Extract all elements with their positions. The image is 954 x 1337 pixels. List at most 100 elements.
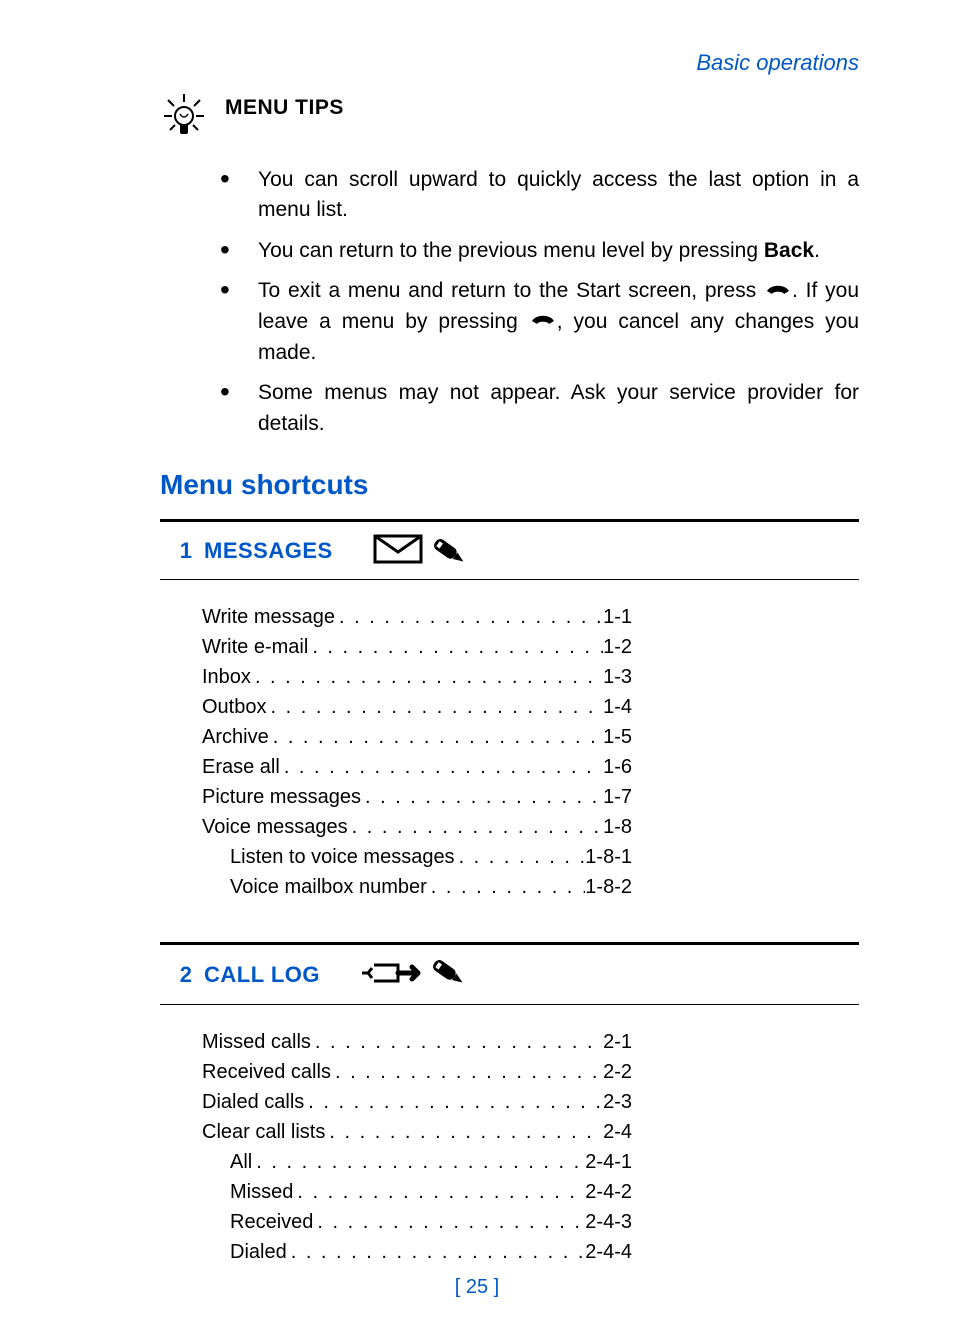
tip-item: You can return to the previous menu leve… [220,236,859,266]
shortcut-row: All. . . . . . . . . . . . . . . . . . .… [202,1147,632,1177]
shortcut-ref: 2-4-1 [585,1147,632,1177]
menu-header: 1 MESSAGES [160,522,859,579]
tip-text: You can return to the previous menu leve… [258,239,764,262]
shortcut-list: Missed calls. . . . . . . . . . . . . . … [202,1027,859,1267]
shortcut-label: Missed [230,1177,293,1207]
shortcut-label: Write message [202,602,335,632]
shortcut-row: Picture messages. . . . . . . . . . . . … [202,782,632,812]
shortcut-label: Archive [202,722,269,752]
menu-tips-list: You can scroll upward to quickly access … [220,165,859,439]
shortcut-label: Outbox [202,692,266,722]
leader-dots: . . . . . . . . . . . . . . . . . . . . … [455,842,586,872]
shortcut-row: Missed. . . . . . . . . . . . . . . . . … [202,1177,632,1207]
menu-header: 2 CALL LOG [160,945,859,1004]
rule [160,1004,859,1005]
shortcut-label: Dialed calls [202,1087,304,1117]
document-page: Basic operations MENU TIPS You can [0,0,954,1337]
leader-dots: . . . . . . . . . . . . . . . . . . . . … [313,1207,585,1237]
menu-number: 2 [160,962,192,988]
leader-dots: . . . . . . . . . . . . . . . . . . . . … [252,1147,585,1177]
leader-dots: . . . . . . . . . . . . . . . . . . . . … [293,1177,585,1207]
menu-number: 1 [160,538,192,564]
tip-text: . [814,239,820,262]
messages-icon [373,532,468,571]
page-number: [ 25 ] [0,1276,954,1299]
tip-item: You can scroll upward to quickly access … [220,165,859,226]
shortcut-row: Archive. . . . . . . . . . . . . . . . .… [202,722,632,752]
shortcut-row: Dialed calls. . . . . . . . . . . . . . … [202,1087,632,1117]
shortcut-label: Dialed [230,1237,287,1267]
leader-dots: . . . . . . . . . . . . . . . . . . . . … [427,872,586,902]
shortcut-ref: 2-4-2 [585,1177,632,1207]
shortcut-label: Inbox [202,662,251,692]
leader-dots: . . . . . . . . . . . . . . . . . . . . … [311,1027,603,1057]
shortcut-row: Outbox. . . . . . . . . . . . . . . . . … [202,692,632,722]
shortcut-ref: 1-3 [603,662,632,692]
menu-tips-heading-row: MENU TIPS [160,96,859,141]
shortcut-ref: 2-4 [603,1117,632,1147]
leader-dots: . . . . . . . . . . . . . . . . . . . . … [335,602,603,632]
leader-dots: . . . . . . . . . . . . . . . . . . . . … [304,1087,603,1117]
tip-text: To exit a menu and return to the Start s… [258,279,764,302]
leader-dots: . . . . . . . . . . . . . . . . . . . . … [269,722,603,752]
leader-dots: . . . . . . . . . . . . . . . . . . . . … [331,1057,603,1087]
shortcut-row: Voice messages. . . . . . . . . . . . . … [202,812,632,842]
shortcut-row: Dialed. . . . . . . . . . . . . . . . . … [202,1237,632,1267]
shortcut-ref: 1-8-1 [585,842,632,872]
leader-dots: . . . . . . . . . . . . . . . . . . . . … [287,1237,586,1267]
menu-section: 2CALL LOGMissed calls. . . . . . . . . .… [160,942,859,1267]
end-call-icon [764,277,792,307]
tip-text: Some menus may not appear. Ask your serv… [258,381,859,434]
shortcut-ref: 1-1 [603,602,632,632]
leader-dots: . . . . . . . . . . . . . . . . . . . . … [308,632,603,662]
leader-dots: . . . . . . . . . . . . . . . . . . . . … [361,782,603,812]
menus-container: 1MESSAGESWrite message. . . . . . . . . … [160,519,859,1267]
leader-dots: . . . . . . . . . . . . . . . . . . . . … [280,752,603,782]
lightbulb-icon [160,92,208,145]
menu-title: MESSAGES [204,538,333,564]
shortcut-ref: 1-7 [603,782,632,812]
shortcut-row: Listen to voice messages. . . . . . . . … [202,842,632,872]
calllog-icon [360,955,470,996]
shortcut-row: Write message. . . . . . . . . . . . . .… [202,602,632,632]
shortcut-label: Missed calls [202,1027,311,1057]
tip-bold: Back [764,239,814,262]
shortcut-ref: 2-3 [603,1087,632,1117]
shortcut-row: Erase all. . . . . . . . . . . . . . . .… [202,752,632,782]
shortcut-label: Voice mailbox number [230,872,427,902]
tip-item: Some menus may not appear. Ask your serv… [220,378,859,439]
tip-item: To exit a menu and return to the Start s… [220,276,859,368]
menu-section: 1MESSAGESWrite message. . . . . . . . . … [160,519,859,902]
shortcut-ref: 1-5 [603,722,632,752]
shortcut-row: Clear call lists. . . . . . . . . . . . … [202,1117,632,1147]
menu-shortcuts-heading: Menu shortcuts [160,469,859,501]
shortcut-ref: 2-1 [603,1027,632,1057]
shortcut-label: Erase all [202,752,280,782]
shortcut-label: Listen to voice messages [230,842,455,872]
menu-title: CALL LOG [204,962,320,988]
leader-dots: . . . . . . . . . . . . . . . . . . . . … [348,812,603,842]
menu-tips-title: MENU TIPS [225,96,344,119]
shortcut-label: All [230,1147,252,1177]
shortcut-ref: 2-2 [603,1057,632,1087]
shortcut-label: Received [230,1207,313,1237]
rule [160,579,859,580]
shortcut-ref: 1-8 [603,812,632,842]
shortcut-row: Voice mailbox number. . . . . . . . . . … [202,872,632,902]
leader-dots: . . . . . . . . . . . . . . . . . . . . … [266,692,603,722]
section-header: Basic operations [160,50,859,76]
shortcut-row: Inbox. . . . . . . . . . . . . . . . . .… [202,662,632,692]
shortcut-row: Received calls. . . . . . . . . . . . . … [202,1057,632,1087]
shortcut-ref: 2-4-3 [585,1207,632,1237]
shortcut-label: Clear call lists [202,1117,325,1147]
leader-dots: . . . . . . . . . . . . . . . . . . . . … [251,662,603,692]
shortcut-label: Voice messages [202,812,348,842]
shortcut-ref: 1-8-2 [585,872,632,902]
shortcut-label: Picture messages [202,782,361,812]
shortcut-ref: 1-2 [603,632,632,662]
shortcut-ref: 2-4-4 [585,1237,632,1267]
shortcut-list: Write message. . . . . . . . . . . . . .… [202,602,859,902]
shortcut-ref: 1-4 [603,692,632,722]
shortcut-ref: 1-6 [603,752,632,782]
shortcut-label: Write e-mail [202,632,308,662]
